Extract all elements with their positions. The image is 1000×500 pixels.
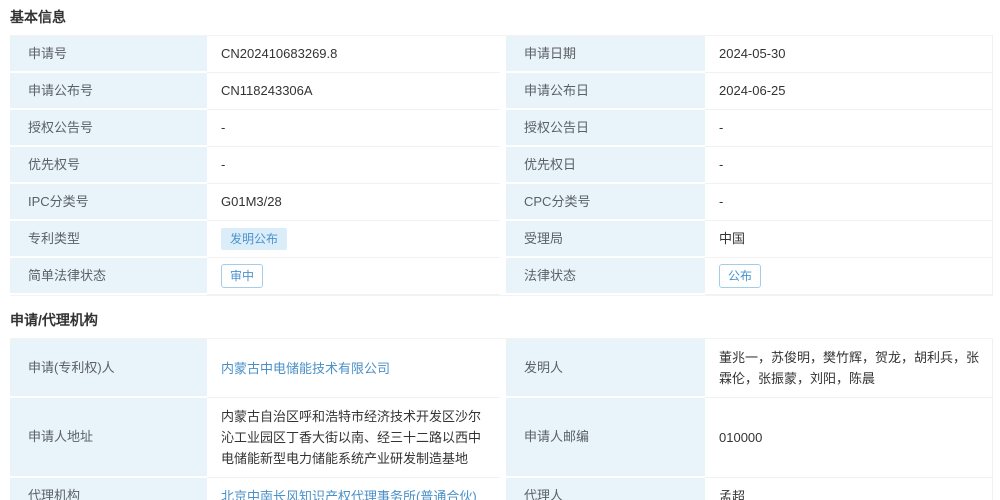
field-label-applicant: 申请(专利权)人 (10, 339, 207, 398)
table-row: 申请(专利权)人 内蒙古中电储能技术有限公司 发明人 董兆一，苏俊明，樊竹辉，贺… (10, 339, 992, 398)
field-label-inventors: 发明人 (506, 339, 705, 398)
field-value-applicant-address: 内蒙古自治区呼和浩特市经济技术开发区沙尔沁工业园区丁香大街以南、经三十二路以西中… (207, 398, 500, 478)
field-value-cpc-class: - (705, 184, 992, 221)
field-label-applicant-postcode: 申请人邮编 (506, 398, 705, 478)
field-label-agency: 代理机构 (10, 478, 207, 500)
field-value-receiving-office: 中国 (705, 221, 992, 258)
field-label-priority-date: 优先权日 (506, 147, 705, 184)
field-value-simple-legal-status: 审中 (207, 258, 500, 295)
table-row: 专利类型 发明公布 受理局 中国 (10, 221, 992, 258)
field-value-publication-number: CN118243306A (207, 73, 500, 110)
field-value-applicant-postcode: 010000 (705, 398, 992, 478)
table-row: 申请号 CN202410683269.8 申请日期 2024-05-30 (10, 36, 992, 73)
table-row: 简单法律状态 审中 法律状态 公布 (10, 258, 992, 295)
agency-link[interactable]: 北京中南长风知识产权代理事务所(普通合伙) (221, 486, 477, 500)
field-value-publication-date: 2024-06-25 (705, 73, 992, 110)
field-value-priority-date: - (705, 147, 992, 184)
field-value-applicant: 内蒙古中电储能技术有限公司 (207, 339, 500, 398)
patent-type-badge: 发明公布 (221, 228, 287, 250)
field-label-agent: 代理人 (506, 478, 705, 500)
field-label-receiving-office: 受理局 (506, 221, 705, 258)
table-row: 代理机构 北京中南长风知识产权代理事务所(普通合伙) 代理人 孟超 (10, 478, 992, 500)
field-value-ipc-class: G01M3/28 (207, 184, 500, 221)
field-value-patent-type: 发明公布 (207, 221, 500, 258)
field-label-applicant-address: 申请人地址 (10, 398, 207, 478)
legal-status-badge: 公布 (719, 264, 761, 288)
table-row: IPC分类号 G01M3/28 CPC分类号 - (10, 184, 992, 221)
field-value-inventors: 董兆一，苏俊明，樊竹辉，贺龙，胡利兵，张霖伦，张振蒙，刘阳，陈晨 (705, 339, 992, 398)
field-label-grant-number: 授权公告号 (10, 110, 207, 147)
field-label-application-date: 申请日期 (506, 36, 705, 73)
field-value-priority-number: - (207, 147, 500, 184)
table-row: 授权公告号 - 授权公告日 - (10, 110, 992, 147)
simple-legal-status-badge: 审中 (221, 264, 263, 288)
field-value-application-number: CN202410683269.8 (207, 36, 500, 73)
table-row: 申请人地址 内蒙古自治区呼和浩特市经济技术开发区沙尔沁工业园区丁香大街以南、经三… (10, 398, 992, 478)
field-label-publication-date: 申请公布日 (506, 73, 705, 110)
applicant-agency-table: 申请(专利权)人 内蒙古中电储能技术有限公司 发明人 董兆一，苏俊明，樊竹辉，贺… (10, 338, 993, 500)
table-row: 申请公布号 CN118243306A 申请公布日 2024-06-25 (10, 73, 992, 110)
patent-detail-page: 基本信息 申请号 CN202410683269.8 申请日期 2024-05-3… (0, 0, 1000, 500)
basic-info-table: 申请号 CN202410683269.8 申请日期 2024-05-30 申请公… (10, 35, 993, 296)
field-value-agent: 孟超 (705, 478, 992, 500)
field-value-grant-date: - (705, 110, 992, 147)
field-label-simple-legal-status: 简单法律状态 (10, 258, 207, 295)
agency-section-title: 申请/代理机构 (10, 311, 993, 329)
field-label-legal-status: 法律状态 (506, 258, 705, 295)
field-label-grant-date: 授权公告日 (506, 110, 705, 147)
field-label-patent-type: 专利类型 (10, 221, 207, 258)
field-label-application-number: 申请号 (10, 36, 207, 73)
field-value-application-date: 2024-05-30 (705, 36, 992, 73)
field-label-cpc-class: CPC分类号 (506, 184, 705, 221)
field-value-legal-status: 公布 (705, 258, 992, 295)
table-row: 优先权号 - 优先权日 - (10, 147, 992, 184)
field-label-ipc-class: IPC分类号 (10, 184, 207, 221)
field-label-priority-number: 优先权号 (10, 147, 207, 184)
field-value-grant-number: - (207, 110, 500, 147)
field-label-publication-number: 申请公布号 (10, 73, 207, 110)
basic-info-section-title: 基本信息 (10, 8, 993, 26)
applicant-link[interactable]: 内蒙古中电储能技术有限公司 (221, 358, 390, 379)
field-value-agency: 北京中南长风知识产权代理事务所(普通合伙) (207, 478, 500, 500)
